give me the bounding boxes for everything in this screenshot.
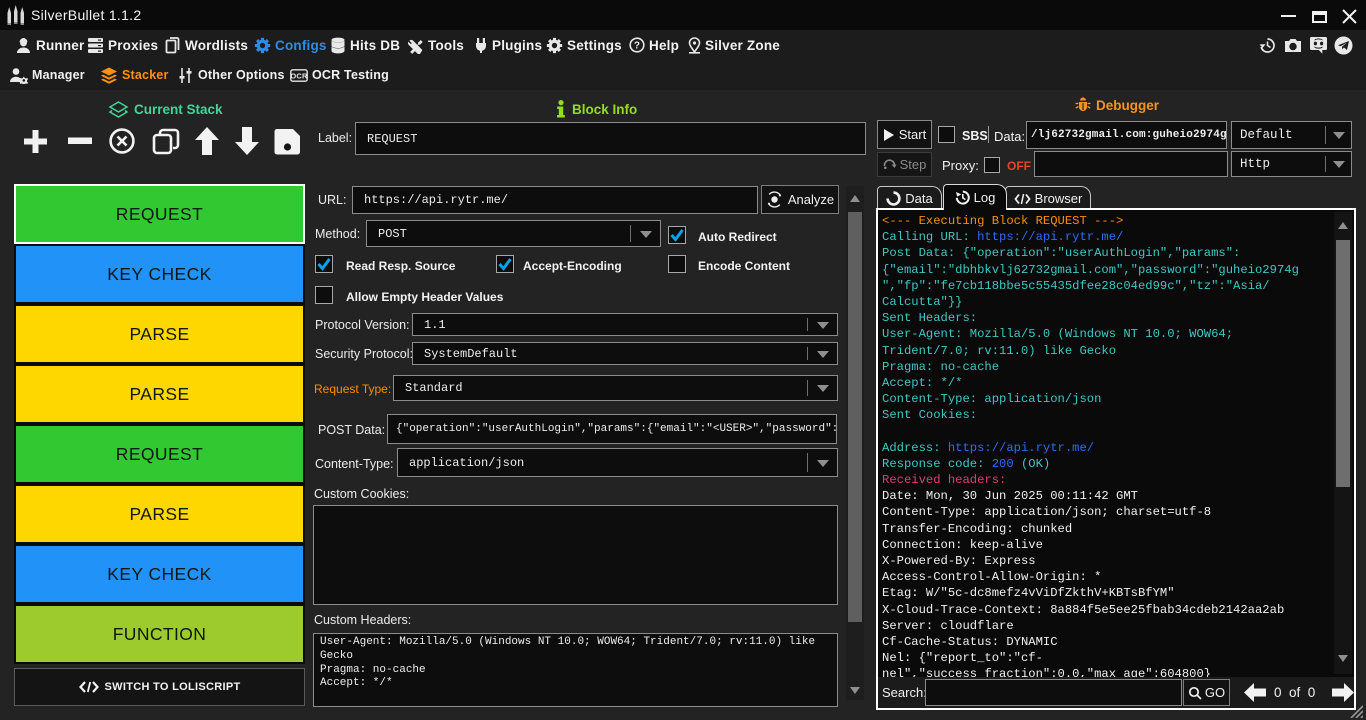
svg-text:?: ?	[634, 41, 640, 52]
svg-text:OCR: OCR	[290, 71, 308, 80]
